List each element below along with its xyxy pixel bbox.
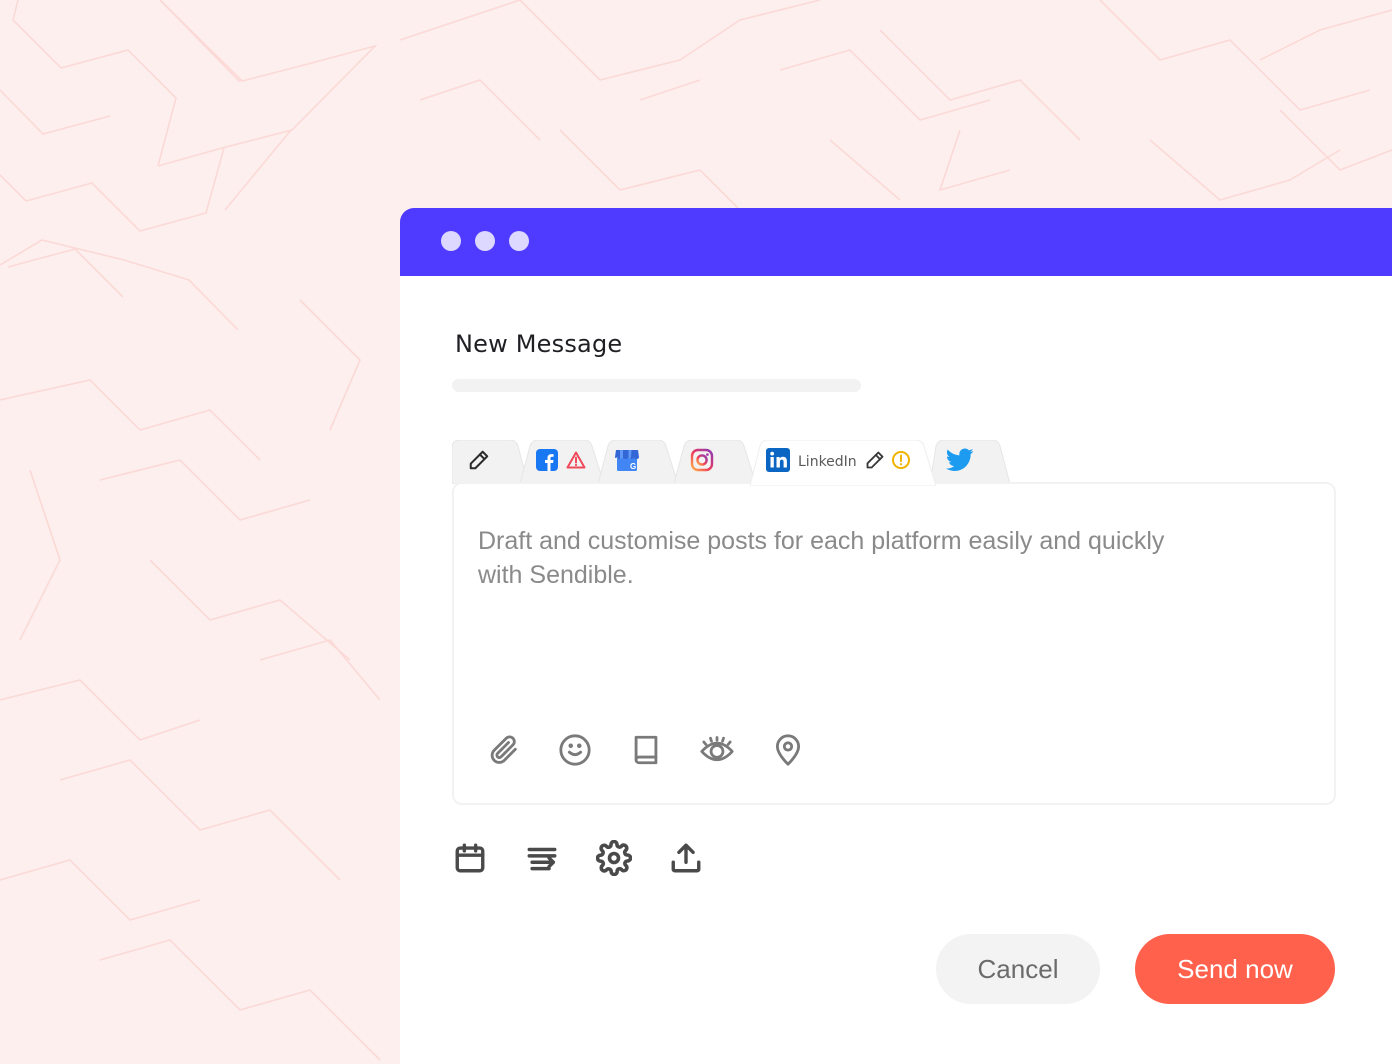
editor-placeholder[interactable]: Draft and customise posts for each platf…: [478, 524, 1178, 592]
svg-text:G: G: [630, 462, 636, 471]
title-underline-placeholder: [452, 379, 861, 392]
book-icon[interactable]: [628, 732, 664, 768]
linkedin-icon: [766, 448, 790, 476]
pencil-icon: [468, 449, 490, 475]
tab-instagram[interactable]: [674, 440, 756, 484]
upload-icon[interactable]: [668, 840, 704, 876]
smiley-icon[interactable]: [557, 732, 593, 768]
calendar-icon[interactable]: [452, 840, 488, 876]
tab-all-platforms[interactable]: [452, 440, 528, 484]
tab-label: LinkedIn: [798, 454, 857, 470]
send-now-button[interactable]: Send now: [1135, 934, 1335, 1004]
platform-tabs: G LinkedIn: [452, 440, 1052, 486]
message-title: New Message: [455, 330, 623, 358]
tab-shape: [452, 440, 528, 484]
post-options-toolbar: [452, 840, 704, 876]
google-my-business-icon: G: [614, 448, 640, 476]
tab-linkedin[interactable]: LinkedIn: [750, 440, 936, 486]
cancel-button[interactable]: Cancel: [936, 934, 1100, 1004]
twitter-icon: [945, 448, 974, 476]
warning-triangle-icon: [566, 451, 586, 473]
tab-google-my-business[interactable]: G: [598, 440, 678, 484]
location-pin-icon[interactable]: [770, 732, 806, 768]
gear-icon[interactable]: [596, 840, 632, 876]
queue-icon[interactable]: [524, 840, 560, 876]
facebook-icon: [536, 449, 558, 475]
window-titlebar: [400, 208, 1392, 276]
window-control-dot[interactable]: [509, 231, 529, 251]
window-control-dot[interactable]: [475, 231, 495, 251]
alert-circle-icon: [891, 450, 911, 474]
eye-icon[interactable]: [699, 732, 735, 768]
post-editor[interactable]: Draft and customise posts for each platf…: [452, 482, 1336, 805]
instagram-icon: [690, 448, 714, 476]
window-control-dot[interactable]: [441, 231, 461, 251]
tab-facebook[interactable]: [520, 440, 604, 484]
tab-shape: [674, 440, 756, 484]
editor-toolbar: [486, 732, 806, 768]
paperclip-icon[interactable]: [486, 732, 522, 768]
compose-window: New Message G LinkedIn Draft and customi…: [400, 208, 1392, 1064]
tab-twitter[interactable]: [930, 440, 1010, 484]
tab-shape: [520, 440, 604, 484]
pencil-icon[interactable]: [865, 450, 885, 474]
